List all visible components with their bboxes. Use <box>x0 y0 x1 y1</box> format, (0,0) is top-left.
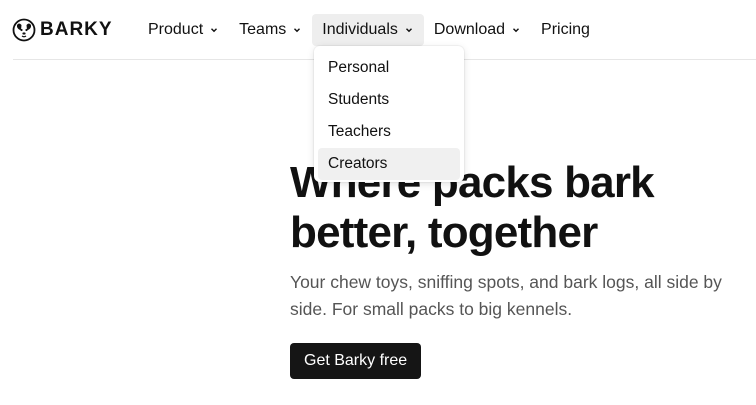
brand-logo[interactable]: BARKY <box>12 17 113 43</box>
nav-item-label: Download <box>433 21 506 38</box>
dropdown-item-personal[interactable]: Personal <box>318 52 460 84</box>
chevron-down-icon <box>405 28 412 33</box>
dog-face-icon <box>12 18 36 42</box>
chevron-down-icon <box>513 28 520 33</box>
nav-item-label: Teams <box>239 21 287 38</box>
hero-title-line-2: better, together <box>290 208 598 257</box>
nav-item-pricing[interactable]: Pricing <box>531 14 600 46</box>
brand-name: BARKY <box>40 19 113 40</box>
nav-item-product[interactable]: Product <box>138 14 229 46</box>
dropdown-item-creators[interactable]: Creators <box>318 148 460 180</box>
main-nav: Product Teams Individuals Download Prici… <box>138 14 600 46</box>
chevron-down-icon <box>211 28 218 33</box>
nav-item-label: Pricing <box>541 21 590 38</box>
hero-section: Where packs bark better, together Your c… <box>290 158 740 379</box>
chevron-down-icon <box>294 28 301 33</box>
dropdown-item-teachers[interactable]: Teachers <box>318 116 460 148</box>
individuals-dropdown-menu: Personal Students Teachers Creators <box>314 46 464 182</box>
get-barky-free-button[interactable]: Get Barky free <box>290 343 422 379</box>
nav-item-label: Individuals <box>322 21 398 38</box>
nav-item-download[interactable]: Download <box>424 14 531 46</box>
nav-item-teams[interactable]: Teams <box>229 14 312 46</box>
dropdown-item-students[interactable]: Students <box>318 84 460 116</box>
hero-subtitle: Your chew toys, sniffing spots, and bark… <box>290 272 722 319</box>
nav-item-individuals[interactable]: Individuals <box>312 14 424 46</box>
nav-item-label: Product <box>148 21 204 38</box>
